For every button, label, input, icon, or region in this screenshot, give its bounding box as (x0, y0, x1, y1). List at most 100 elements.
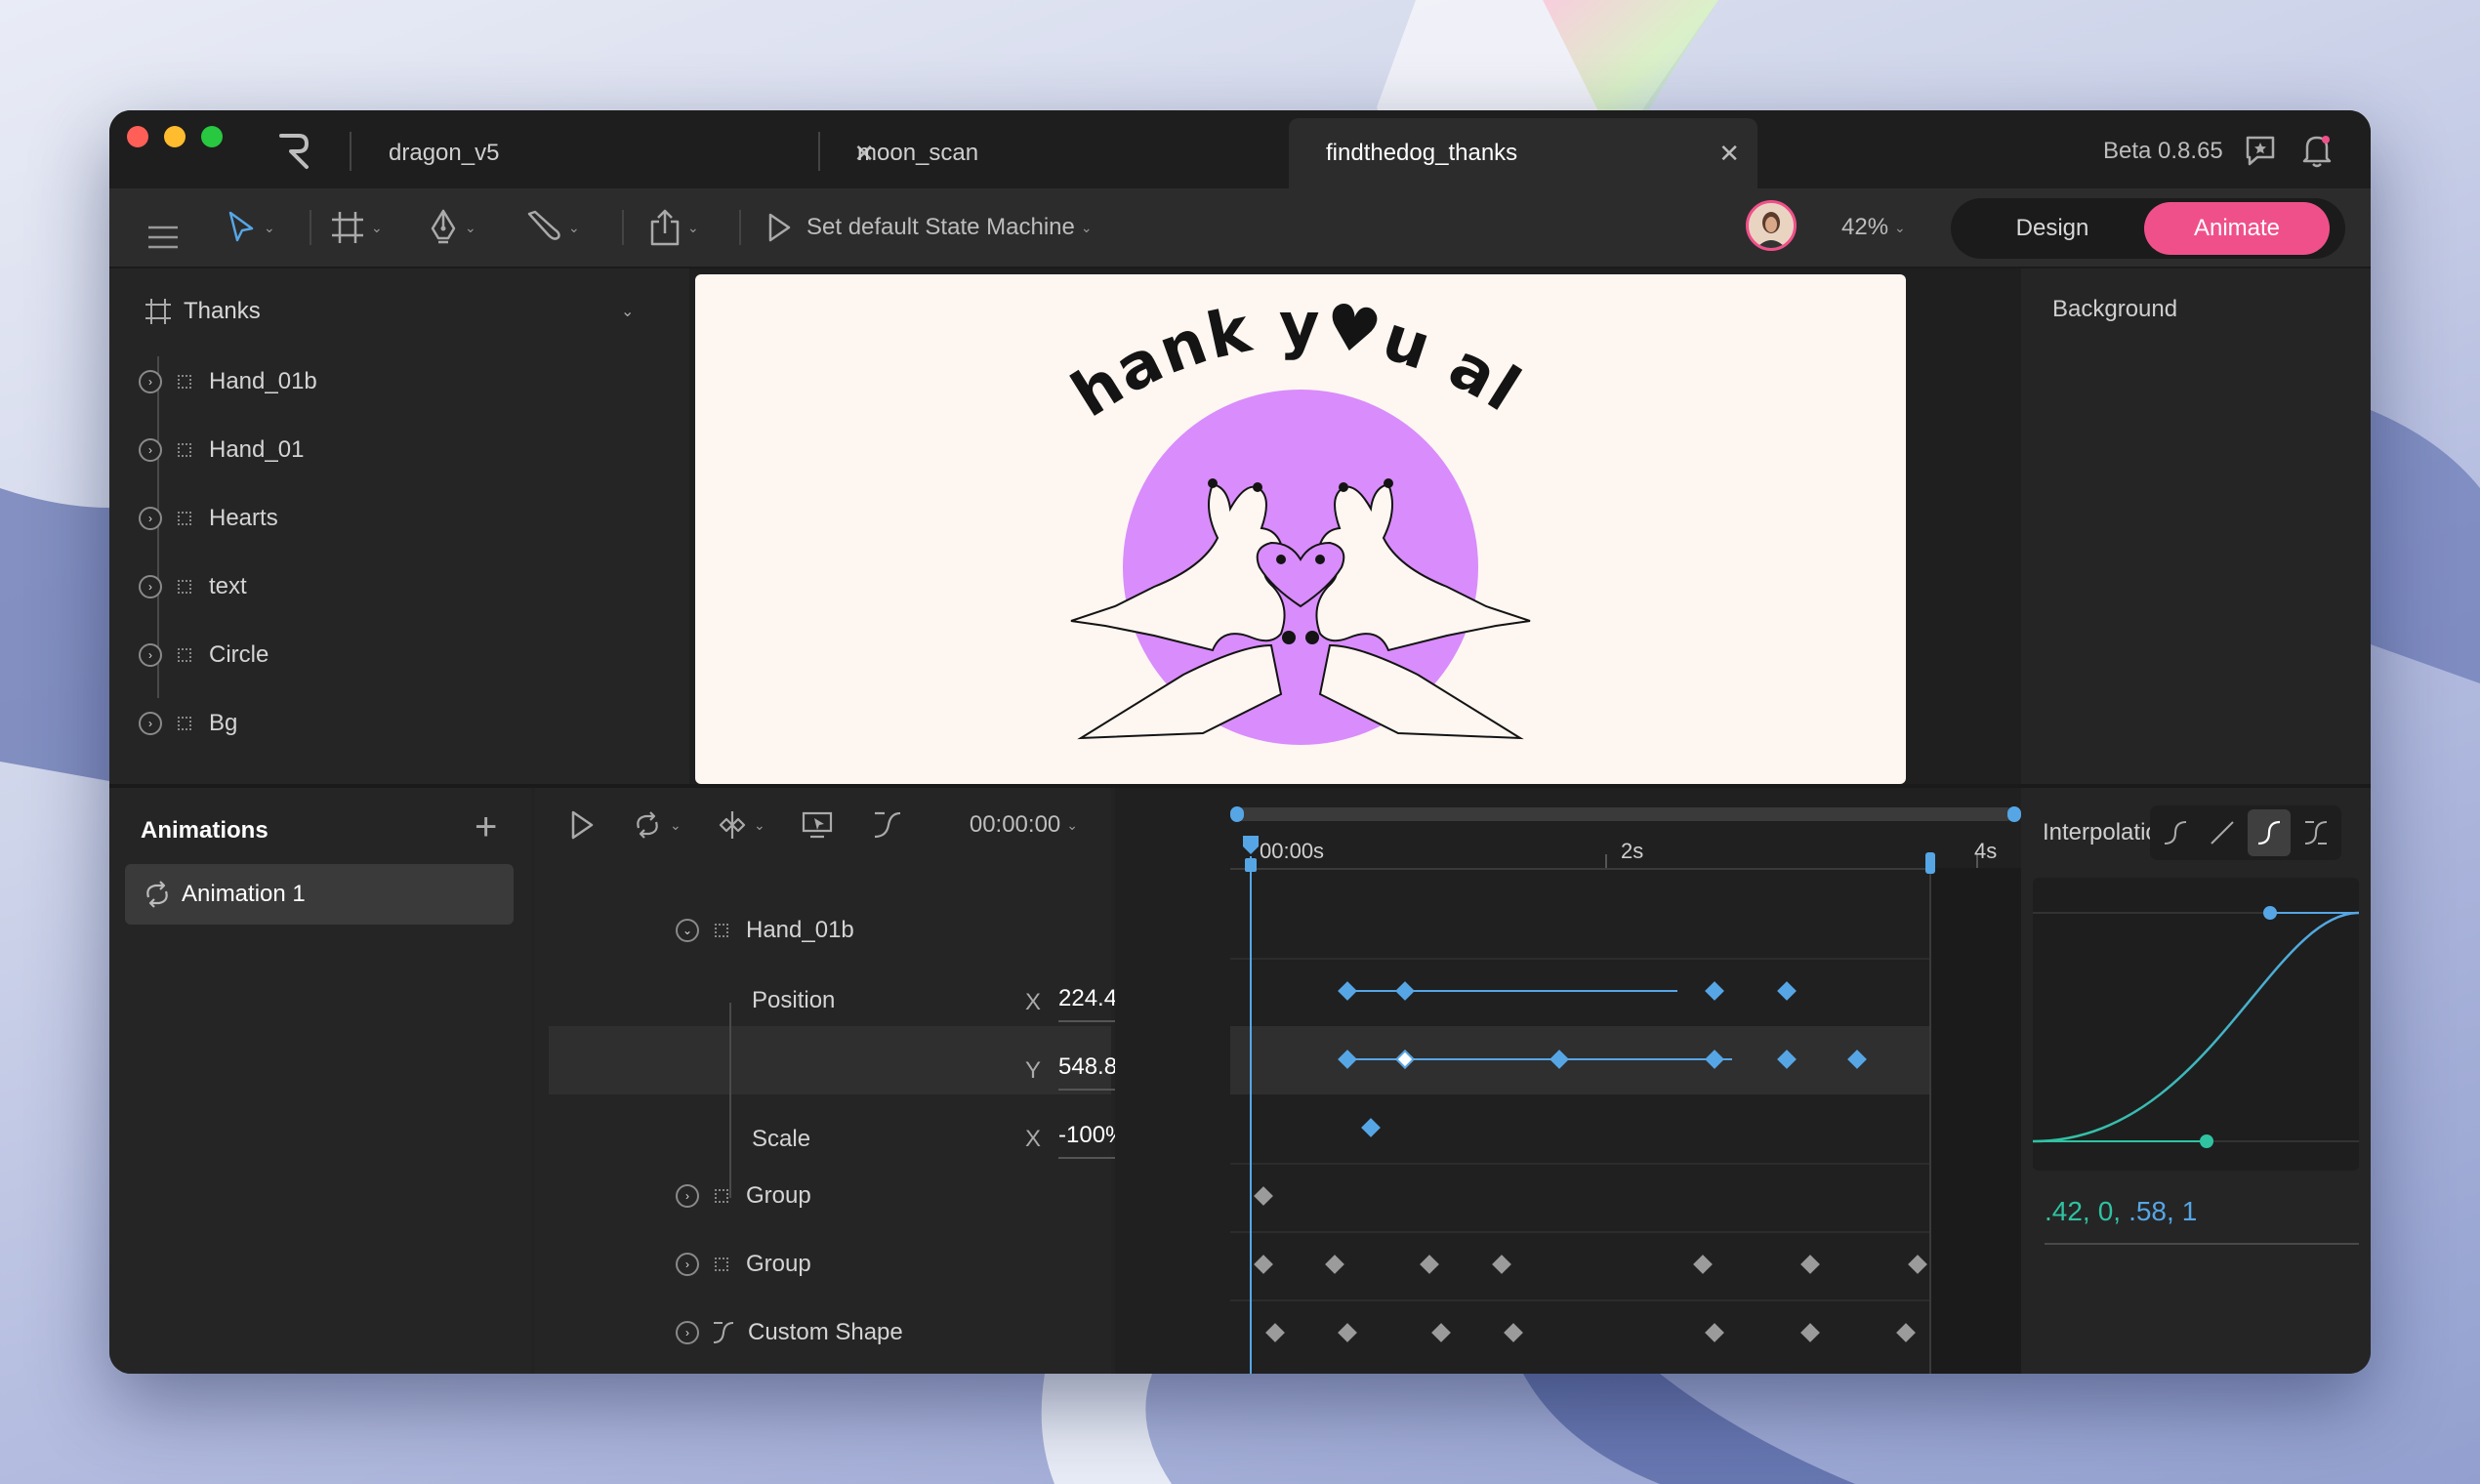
tab-findthedog-thanks[interactable]: findthedog_thanks ✕ (1289, 118, 1757, 188)
expand-chevron-icon[interactable]: › (676, 1321, 699, 1344)
keyframe[interactable] (1800, 1255, 1820, 1274)
notifications-bell-icon[interactable] (2300, 132, 2334, 169)
timeline-properties-panel: ⌄ ⌄ 00:00:00 ⌄ ⌄ Hand_01b Position X 224.… (535, 788, 1195, 1374)
hierarchy-item-text[interactable]: › text (139, 567, 247, 606)
animation-list-item[interactable]: Animation 1 (125, 864, 514, 925)
cubic-values-readout[interactable]: .42, 0, .58, 1 (2045, 1196, 2197, 1227)
expand-chevron-icon[interactable]: › (139, 643, 162, 667)
zoom-window-button[interactable] (201, 126, 223, 147)
keyframe[interactable] (1492, 1255, 1511, 1274)
easing-curve-button[interactable] (871, 804, 902, 846)
menu-hamburger-icon[interactable] (146, 216, 180, 259)
chevron-down-icon: ⌄ (371, 219, 383, 235)
hierarchy-item-hearts[interactable]: › Hearts (139, 499, 278, 538)
loop-mode-button[interactable]: ⌄ (633, 804, 682, 846)
timeline-row-group[interactable]: › Group (676, 1182, 811, 1210)
design-mode-button[interactable]: Design (1964, 202, 2140, 255)
collapse-chevron-icon[interactable]: ⌄ (676, 919, 699, 942)
state-machine-selector[interactable]: Set default State Machine ⌄ (765, 206, 1093, 249)
expand-chevron-icon[interactable]: › (139, 712, 162, 735)
playhead-handle[interactable] (1242, 835, 1260, 874)
hierarchy-root[interactable]: Thanks (145, 298, 261, 325)
play-icon (768, 213, 791, 242)
select-tool-button[interactable]: ⌄ (227, 206, 275, 249)
tab-dragon-v5[interactable]: dragon_v5 ✕ (365, 118, 892, 188)
artboard-tool-button[interactable]: ⌄ (330, 206, 383, 249)
keyframe[interactable] (1693, 1255, 1713, 1274)
toolbar-separator (310, 210, 311, 245)
timeline-scrollbar[interactable] (1236, 807, 2013, 821)
expand-chevron-icon[interactable]: › (139, 370, 162, 393)
expand-chevron-icon[interactable]: › (676, 1184, 699, 1208)
ruler-label-4s: 4s (1974, 839, 1998, 863)
keyframe[interactable] (1395, 981, 1415, 1001)
keyframe[interactable] (1896, 1323, 1916, 1342)
scrollbar-right-handle[interactable] (2007, 806, 2021, 822)
keyframe[interactable] (1361, 1118, 1381, 1137)
expand-chevron-icon[interactable]: › (139, 438, 162, 462)
zoom-level: 42% (1841, 214, 1889, 240)
chevron-down-icon: ⌄ (670, 816, 682, 833)
keyframe[interactable] (1265, 1323, 1285, 1342)
bezier-handle-2[interactable] (2263, 906, 2277, 920)
position-label: Position (752, 987, 836, 1013)
time-display[interactable]: 00:00:00 ⌄ (970, 804, 1078, 846)
work-area-end-marker[interactable] (1925, 852, 1935, 874)
export-button[interactable]: ⌄ (648, 206, 699, 249)
expand-chevron-icon[interactable]: › (676, 1253, 699, 1276)
keyframe[interactable] (1325, 1255, 1344, 1274)
keyframe[interactable] (1338, 981, 1357, 1001)
add-animation-button[interactable]: + (475, 807, 497, 846)
bezier-handle-1[interactable] (2200, 1134, 2213, 1148)
interp-linear-button[interactable] (2201, 809, 2244, 856)
row-name: Custom Shape (748, 1319, 903, 1345)
keyframe[interactable] (1777, 981, 1797, 1001)
keyframe[interactable] (1420, 1255, 1439, 1274)
timeline-row-custom-shape[interactable]: › Custom Shape (676, 1319, 903, 1346)
tab-separator (350, 132, 351, 171)
pen-tool-button[interactable]: ⌄ (428, 206, 476, 249)
rive-logo-icon[interactable] (277, 132, 310, 171)
row-line (1230, 1231, 2021, 1233)
curve-editor[interactable] (2032, 878, 2360, 1171)
zoom-selector[interactable]: 42% ⌄ (1841, 206, 1906, 249)
timeline-row-group[interactable]: › Group (676, 1251, 811, 1278)
hierarchy-item-bg[interactable]: › Bg (139, 704, 237, 743)
snapping-button[interactable]: ⌄ (717, 804, 765, 846)
animation-name: Animation 1 (182, 881, 306, 907)
minimize-window-button[interactable] (164, 126, 186, 147)
animate-mode-button[interactable]: Animate (2144, 202, 2330, 255)
keyframe[interactable] (1504, 1323, 1523, 1342)
keyframe[interactable] (1908, 1255, 1927, 1274)
timeline-row-hand-01b[interactable]: ⌄ Hand_01b (676, 917, 854, 944)
hierarchy-item-hand-01b[interactable]: › Hand_01b (139, 362, 317, 401)
close-window-button[interactable] (127, 126, 148, 147)
keyframe[interactable] (1338, 1323, 1357, 1342)
hierarchy-item-hand-01[interactable]: › Hand_01 (139, 431, 304, 470)
loop-icon (146, 881, 168, 908)
keyframe[interactable] (1705, 981, 1724, 1001)
close-tab-icon[interactable]: ✕ (1718, 139, 1740, 169)
tab-moon-scan[interactable]: moon_scan ✕ (832, 118, 1359, 188)
user-avatar[interactable] (1746, 200, 1797, 251)
feedback-icon[interactable] (2244, 134, 2277, 167)
keyframe[interactable] (1431, 1323, 1451, 1342)
expand-chevron-icon[interactable]: › (139, 507, 162, 530)
expand-chevron-icon[interactable]: › (139, 575, 162, 598)
play-icon (571, 810, 594, 840)
keyframe[interactable] (1254, 1255, 1273, 1274)
interp-custom-button[interactable] (2294, 809, 2337, 856)
toolbar-separator (739, 210, 741, 245)
shape-tool-button[interactable]: ⌄ (525, 206, 580, 249)
interp-hold-button[interactable] (2154, 809, 2197, 856)
scrollbar-left-handle[interactable] (1230, 806, 1244, 822)
keyframe[interactable] (1254, 1186, 1273, 1206)
chevron-down-icon[interactable]: ⌄ (621, 302, 634, 321)
hierarchy-item-circle[interactable]: › Circle (139, 636, 269, 675)
interp-cubic-button[interactable] (2248, 809, 2291, 856)
work-area-button[interactable] (801, 804, 834, 846)
keyframe[interactable] (1705, 1323, 1724, 1342)
canvas-artboard[interactable]: Thank y♥u all! (695, 274, 1906, 784)
keyframe[interactable] (1800, 1323, 1820, 1342)
timeline-play-button[interactable] (568, 804, 596, 846)
